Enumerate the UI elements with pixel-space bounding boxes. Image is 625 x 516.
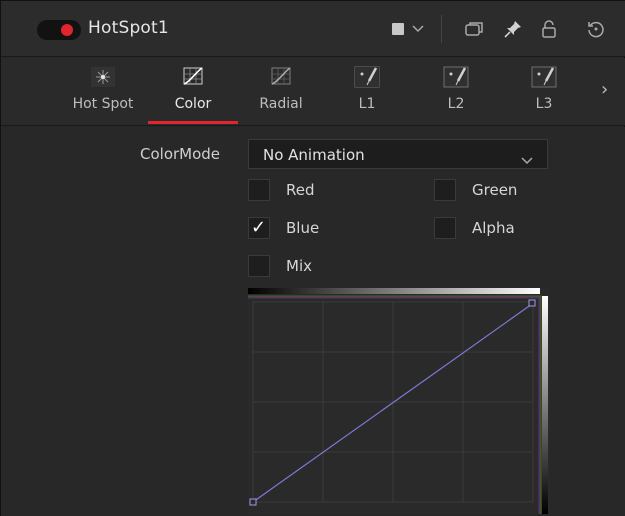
lens-icon xyxy=(443,66,469,88)
curve-icon xyxy=(271,67,291,85)
tab-bar: Hot Spot Color Radial L1 L2 L3 xyxy=(1,58,625,126)
pin-icon[interactable] xyxy=(502,19,524,39)
tab-l3[interactable]: L3 xyxy=(509,58,579,126)
tab-color[interactable]: Color xyxy=(153,58,233,126)
curve-point-start[interactable] xyxy=(249,498,257,506)
alpha-label: Alpha xyxy=(472,219,515,237)
tab-hot-spot[interactable]: Hot Spot xyxy=(63,58,143,126)
active-tab-indicator xyxy=(148,121,238,124)
colormode-label: ColorMode xyxy=(140,145,221,163)
lens-icon xyxy=(354,66,380,88)
blue-label: Blue xyxy=(286,219,320,237)
tab-radial[interactable]: Radial xyxy=(241,58,321,126)
window-icon[interactable] xyxy=(463,19,485,39)
tab-label: Hot Spot xyxy=(72,96,134,112)
lock-icon[interactable] xyxy=(538,19,560,39)
red-label: Red xyxy=(286,181,315,199)
green-label: Green xyxy=(472,181,518,199)
tab-label: Radial xyxy=(259,96,303,112)
lens-icon xyxy=(531,66,557,88)
curve-icon xyxy=(183,67,203,85)
color-curve-editor[interactable] xyxy=(248,288,550,514)
tab-scroll-right-icon[interactable]: › xyxy=(601,79,608,100)
green-checkbox[interactable] xyxy=(434,179,456,201)
tab-label: Color xyxy=(174,96,212,112)
red-checkbox[interactable] xyxy=(248,179,270,201)
header-divider xyxy=(441,15,442,43)
inspector-panel: HotSpot1 Hot Spot Color Radial L1 L2 L3 … xyxy=(0,0,625,516)
blue-checkbox[interactable]: ✓ xyxy=(248,217,270,239)
chevron-down-icon[interactable] xyxy=(411,19,425,39)
hotspot-icon xyxy=(91,67,115,87)
node-title: HotSpot1 xyxy=(88,18,169,38)
node-header: HotSpot1 xyxy=(1,1,625,57)
mix-label: Mix xyxy=(286,257,312,275)
node-enable-toggle[interactable] xyxy=(37,20,81,40)
enabled-dot-icon xyxy=(61,24,73,36)
tab-l1[interactable]: L1 xyxy=(332,58,402,126)
checkmark-icon: ✓ xyxy=(251,217,267,238)
color-swatch-icon[interactable] xyxy=(389,19,407,39)
chevron-down-icon xyxy=(521,150,533,169)
mix-checkbox[interactable] xyxy=(248,255,270,277)
colormode-dropdown[interactable]: No Animation xyxy=(248,139,548,169)
reset-icon[interactable] xyxy=(585,19,607,39)
tab-l2[interactable]: L2 xyxy=(421,58,491,126)
output-gradient-ramp xyxy=(542,296,548,514)
tab-label: L2 xyxy=(447,96,465,112)
tab-label: L3 xyxy=(535,96,553,112)
tab-label: L1 xyxy=(358,96,376,112)
curve-point-end[interactable] xyxy=(528,299,536,307)
alpha-checkbox[interactable] xyxy=(434,217,456,239)
input-gradient-ramp xyxy=(248,288,540,294)
colormode-value: No Animation xyxy=(263,146,365,164)
